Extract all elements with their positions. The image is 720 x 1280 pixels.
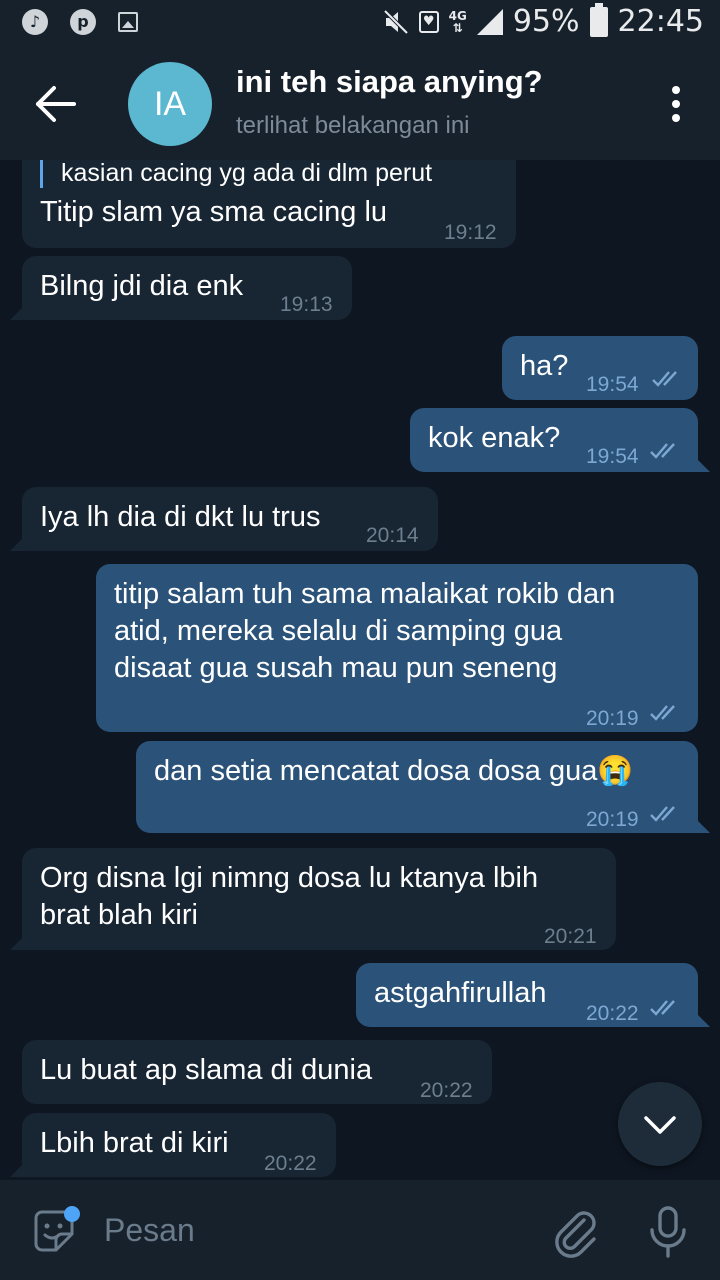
paperclip-icon[interactable] (552, 1206, 600, 1258)
message-text-line: disaat gua susah mau pun seneng (114, 652, 558, 684)
message-text: ha? (520, 350, 569, 382)
chat-title[interactable]: ini teh siapa anying? (236, 64, 543, 100)
message-text: dan setia mencatat dosa dosa gua😭 (154, 755, 634, 787)
message-input-bar: Pesan (0, 1180, 720, 1280)
battery-icon (589, 2, 608, 37)
read-checkmarks-icon (652, 371, 677, 387)
message-time: 19:12 (444, 221, 497, 244)
back-arrow-icon[interactable] (34, 84, 78, 124)
message-input[interactable]: Pesan (104, 1212, 195, 1249)
status-time: 22:45 (617, 4, 704, 39)
message-text: Lu buat ap slama di dunia (40, 1054, 373, 1086)
status-notification-icons: ♪ p (22, 9, 138, 35)
message-text: Iya lh dia di dkt lu trus (40, 501, 321, 533)
new-sticker-badge (64, 1206, 80, 1222)
message-incoming[interactable]: kasian cacing yg ada di dlm perut Titip … (22, 160, 516, 248)
message-text-line: titip salam tuh sama malaikat rokib dan (114, 578, 616, 610)
message-outgoing[interactable]: astgahfirullah 20:22 (356, 963, 710, 1027)
pinterest-icon: p (70, 9, 96, 35)
message-time: 20:14 (366, 524, 419, 547)
message-incoming[interactable]: Bilng jdi dia enk 19:13 (10, 256, 352, 320)
message-text: Lbih brat di kiri (40, 1127, 229, 1159)
chevron-down-icon (644, 1116, 676, 1134)
message-time: 20:22 (264, 1152, 317, 1175)
read-checkmarks-icon (650, 443, 675, 459)
chat-header: IA ini teh siapa anying? terlihat belaka… (0, 48, 720, 160)
message-time: 20:22 (420, 1079, 473, 1102)
read-checkmarks-icon (650, 806, 675, 822)
network-type-icon: 4G ⇅ (448, 8, 467, 35)
more-options-icon[interactable] (672, 86, 682, 122)
message-incoming[interactable]: Org disna lgi nimng dosa lu ktanya lbih … (10, 848, 616, 950)
message-time: 20:21 (544, 925, 597, 948)
mute-icon (383, 9, 409, 34)
scroll-to-bottom-button[interactable] (618, 1082, 702, 1166)
message-time: 20:22 (586, 1002, 639, 1025)
message-outgoing[interactable]: ha? 19:54 (502, 336, 698, 400)
heart-notification-icon: ♥ (418, 10, 439, 33)
status-bar: ♪ p ♥ 4G ⇅ 95% 22:45 (0, 0, 720, 48)
message-text: Titip slam ya sma cacing lu (40, 196, 388, 228)
message-text: astgahfirullah (374, 977, 547, 1009)
message-text-line: brat blah kiri (40, 899, 198, 931)
microphone-icon[interactable] (644, 1204, 692, 1260)
message-list[interactable]: kasian cacing yg ada di dlm perut Titip … (0, 160, 720, 1180)
message-outgoing[interactable]: titip salam tuh sama malaikat rokib dan … (96, 564, 698, 732)
message-outgoing[interactable]: kok enak? 19:54 (410, 408, 710, 472)
message-time: 19:54 (586, 445, 639, 468)
signal-icon (476, 8, 503, 35)
message-time: 20:19 (586, 808, 639, 831)
message-incoming[interactable]: Lbih brat di kiri 20:22 (10, 1113, 336, 1177)
message-outgoing[interactable]: dan setia mencatat dosa dosa gua😭 20:19 (136, 741, 710, 833)
message-incoming[interactable]: Lu buat ap slama di dunia 20:22 (22, 1040, 492, 1104)
last-seen-status: terlihat belakangan ini (236, 112, 470, 139)
read-checkmarks-icon (650, 1000, 675, 1016)
message-time: 19:54 (586, 373, 639, 396)
message-text: Bilng jdi dia enk (40, 270, 244, 302)
reply-quote[interactable]: kasian cacing yg ada di dlm perut (40, 160, 432, 188)
battery-percent: 95% (512, 4, 580, 39)
message-incoming[interactable]: Iya lh dia di dkt lu trus 20:14 (10, 487, 438, 551)
message-time: 19:13 (280, 293, 333, 316)
message-text: kok enak? (428, 422, 561, 454)
read-checkmarks-icon (650, 705, 675, 721)
message-time: 20:19 (586, 707, 639, 730)
gallery-icon (118, 12, 138, 32)
tiktok-icon: ♪ (22, 9, 48, 35)
message-text-line: atid, mereka selalu di samping gua (114, 615, 563, 647)
message-text-line: Org disna lgi nimng dosa lu ktanya lbih (40, 862, 539, 894)
status-system-icons: ♥ 4G ⇅ 95% 22:45 (383, 2, 704, 39)
avatar[interactable]: IA (128, 62, 212, 146)
